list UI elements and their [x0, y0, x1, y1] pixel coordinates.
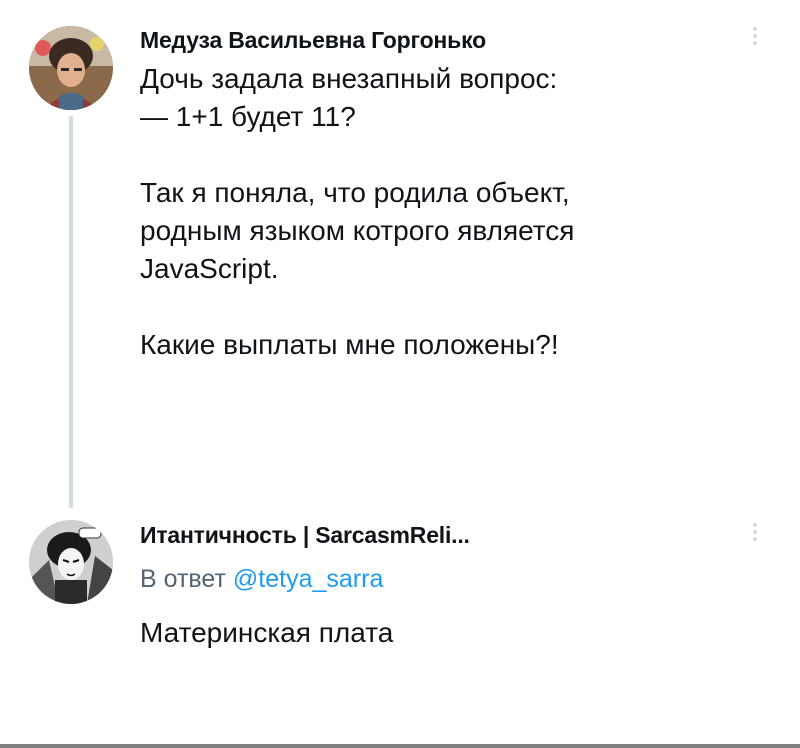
tweet-reply[interactable]: Итантичность | SarcasmReli... В ответ @t…	[0, 508, 800, 744]
more-options-button[interactable]	[748, 24, 762, 54]
comic-avatar-image-icon	[29, 520, 113, 604]
reply-handle-link[interactable]: @tetya_sarra	[233, 565, 383, 593]
tweet-paragraph: Так я поняла, что родила объект, родным …	[140, 177, 575, 284]
thread-connector-line	[69, 116, 73, 508]
ellipsis-dot	[753, 530, 757, 534]
ellipsis-dot	[753, 34, 757, 38]
author-name[interactable]: Итантичность | SarcasmReli...	[140, 522, 470, 549]
tweet-paragraph: Материнская плата	[140, 617, 394, 648]
author-name[interactable]: Медуза Васильевна Горгонько	[140, 27, 486, 54]
vertical-ellipsis-icon	[753, 27, 757, 31]
avatar-medusa[interactable]	[29, 26, 113, 110]
avatar-itantichnost[interactable]	[29, 520, 113, 604]
ellipsis-dot	[753, 537, 757, 541]
tweet-main[interactable]: Медуза Васильевна Горгонько Дочь задала …	[0, 0, 800, 508]
more-options-button[interactable]	[748, 520, 762, 550]
replying-to: В ответ @tetya_sarra	[140, 565, 383, 594]
user-avatar-photo-icon	[29, 26, 113, 110]
vertical-ellipsis-icon	[753, 523, 757, 527]
tweet-paragraph: Какие выплаты мне положены?!	[140, 329, 559, 360]
tweet-text: Материнская плата	[140, 614, 393, 652]
bottom-divider	[0, 744, 800, 748]
tweet-paragraph: Дочь задала внезапный вопрос: — 1+1 буде…	[140, 63, 558, 132]
ellipsis-dot	[753, 41, 757, 45]
reply-prefix: В ответ	[140, 565, 226, 593]
tweet-text: Дочь задала внезапный вопрос: — 1+1 буде…	[140, 60, 574, 364]
